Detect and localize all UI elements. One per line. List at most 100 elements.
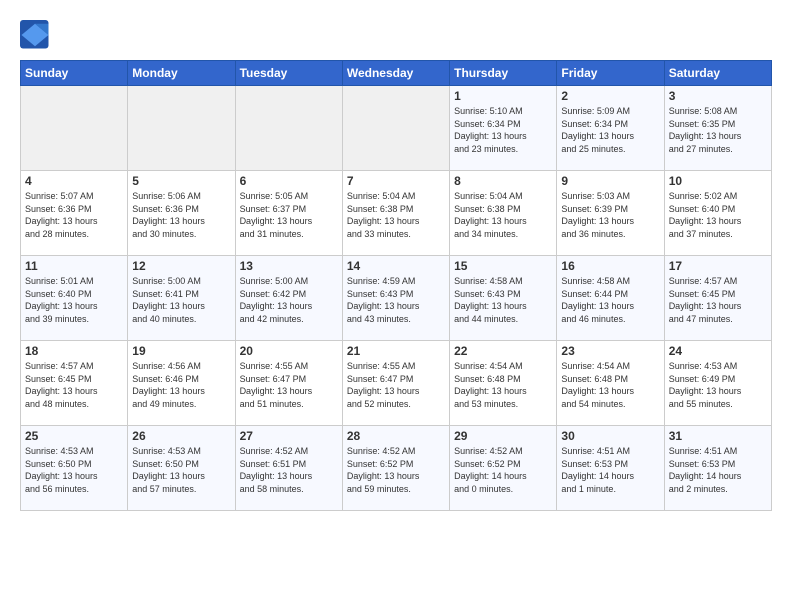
day-number: 11 [25,259,123,273]
day-number: 4 [25,174,123,188]
calendar-cell: 5Sunrise: 5:06 AM Sunset: 6:36 PM Daylig… [128,171,235,256]
day-number: 20 [240,344,338,358]
day-info: Sunrise: 4:54 AM Sunset: 6:48 PM Dayligh… [454,360,552,410]
calendar-cell: 20 Sunrise: 4:55 AM Sunset: 6:47 PM Dayli… [235,341,342,426]
calendar-table: SundayMondayTuesdayWednesdayThursdayFrid… [20,60,772,511]
day-info: Sunrise: 4:55 AM Sunset: 6:47 PM Dayligh… [347,360,445,410]
day-header-tuesday: Tuesday [235,61,342,86]
calendar-cell: 2 Sunrise: 5:09 AM Sunset: 6:34 PM Daylig… [557,86,664,171]
day-number: 31 [669,429,767,443]
day-info: Sunrise: 4:57 AM Sunset: 6:45 PM Dayligh… [25,360,123,410]
day-info: Sunrise: 5:05 AM Sunset: 6:37 PM Dayligh… [240,190,338,240]
calendar-header-row: SundayMondayTuesdayWednesdayThursdayFrid… [21,61,772,86]
day-number: 13 [240,259,338,273]
calendar-week-3: 11 Sunrise: 5:01 AM Sunset: 6:40 PM Dayli… [21,256,772,341]
calendar-cell: 24 Sunrise: 4:53 AM Sunset: 6:49 PM Dayli… [664,341,771,426]
day-number: 26 [132,429,230,443]
day-header-monday: Monday [128,61,235,86]
calendar-cell: 25 Sunrise: 4:53 AM Sunset: 6:50 PM Dayli… [21,426,128,511]
day-number: 28 [347,429,445,443]
calendar-cell: 26 Sunrise: 4:53 AM Sunset: 6:50 PM Dayli… [128,426,235,511]
day-info: Sunrise: 5:09 AM Sunset: 6:34 PM Dayligh… [561,105,659,155]
calendar-cell: 19 Sunrise: 4:56 AM Sunset: 6:46 PM Dayli… [128,341,235,426]
day-info: Sunrise: 4:55 AM Sunset: 6:47 PM Dayligh… [240,360,338,410]
calendar-cell [235,86,342,171]
day-number: 17 [669,259,767,273]
calendar-cell: 16 Sunrise: 4:58 AM Sunset: 6:44 PM Dayli… [557,256,664,341]
calendar-cell: 3Sunrise: 5:08 AM Sunset: 6:35 PM Daylig… [664,86,771,171]
calendar-cell: 13 Sunrise: 5:00 AM Sunset: 6:42 PM Dayli… [235,256,342,341]
day-header-wednesday: Wednesday [342,61,449,86]
day-number: 2 [561,89,659,103]
day-info: Sunrise: 5:02 AM Sunset: 6:40 PM Dayligh… [669,190,767,240]
calendar-cell: 18Sunrise: 4:57 AM Sunset: 6:45 PM Dayli… [21,341,128,426]
day-number: 15 [454,259,552,273]
calendar-week-1: 1 Sunrise: 5:10 AM Sunset: 6:34 PM Daylig… [21,86,772,171]
day-info: Sunrise: 5:01 AM Sunset: 6:40 PM Dayligh… [25,275,123,325]
day-info: Sunrise: 5:03 AM Sunset: 6:39 PM Dayligh… [561,190,659,240]
day-number: 6 [240,174,338,188]
day-info: Sunrise: 4:52 AM Sunset: 6:51 PM Dayligh… [240,445,338,495]
day-info: Sunrise: 4:51 AM Sunset: 6:53 PM Dayligh… [669,445,767,495]
calendar-cell: 23 Sunrise: 4:54 AM Sunset: 6:48 PM Dayli… [557,341,664,426]
day-info: Sunrise: 4:51 AM Sunset: 6:53 PM Dayligh… [561,445,659,495]
day-number: 22 [454,344,552,358]
calendar-week-4: 18Sunrise: 4:57 AM Sunset: 6:45 PM Dayli… [21,341,772,426]
day-header-sunday: Sunday [21,61,128,86]
calendar-cell: 29 Sunrise: 4:52 AM Sunset: 6:52 PM Dayli… [450,426,557,511]
day-header-friday: Friday [557,61,664,86]
day-number: 30 [561,429,659,443]
day-number: 19 [132,344,230,358]
calendar-cell: 7Sunrise: 5:04 AM Sunset: 6:38 PM Daylig… [342,171,449,256]
day-info: Sunrise: 5:00 AM Sunset: 6:41 PM Dayligh… [132,275,230,325]
day-info: Sunrise: 4:58 AM Sunset: 6:44 PM Dayligh… [561,275,659,325]
day-number: 23 [561,344,659,358]
day-info: Sunrise: 5:07 AM Sunset: 6:36 PM Dayligh… [25,190,123,240]
calendar-cell [21,86,128,171]
calendar-week-5: 25 Sunrise: 4:53 AM Sunset: 6:50 PM Dayli… [21,426,772,511]
calendar-cell: 12 Sunrise: 5:00 AM Sunset: 6:41 PM Dayli… [128,256,235,341]
day-info: Sunrise: 4:52 AM Sunset: 6:52 PM Dayligh… [454,445,552,495]
day-number: 16 [561,259,659,273]
calendar-cell [128,86,235,171]
day-number: 1 [454,89,552,103]
calendar-cell: 8Sunrise: 5:04 AM Sunset: 6:38 PM Daylig… [450,171,557,256]
calendar-cell: 14Sunrise: 4:59 AM Sunset: 6:43 PM Dayli… [342,256,449,341]
calendar-cell: 11 Sunrise: 5:01 AM Sunset: 6:40 PM Dayli… [21,256,128,341]
day-number: 12 [132,259,230,273]
day-info: Sunrise: 4:58 AM Sunset: 6:43 PM Dayligh… [454,275,552,325]
calendar-week-2: 4 Sunrise: 5:07 AM Sunset: 6:36 PM Daylig… [21,171,772,256]
day-info: Sunrise: 5:10 AM Sunset: 6:34 PM Dayligh… [454,105,552,155]
calendar-cell: 1 Sunrise: 5:10 AM Sunset: 6:34 PM Daylig… [450,86,557,171]
calendar-cell: 27 Sunrise: 4:52 AM Sunset: 6:51 PM Dayli… [235,426,342,511]
day-header-thursday: Thursday [450,61,557,86]
calendar-cell: 4 Sunrise: 5:07 AM Sunset: 6:36 PM Daylig… [21,171,128,256]
calendar-cell: 15 Sunrise: 4:58 AM Sunset: 6:43 PM Dayli… [450,256,557,341]
logo-icon [20,20,50,50]
day-info: Sunrise: 4:53 AM Sunset: 6:49 PM Dayligh… [669,360,767,410]
day-info: Sunrise: 4:56 AM Sunset: 6:46 PM Dayligh… [132,360,230,410]
day-number: 24 [669,344,767,358]
calendar-cell: 6 Sunrise: 5:05 AM Sunset: 6:37 PM Daylig… [235,171,342,256]
calendar-cell: 10 Sunrise: 5:02 AM Sunset: 6:40 PM Dayli… [664,171,771,256]
day-number: 3 [669,89,767,103]
calendar-cell: 30 Sunrise: 4:51 AM Sunset: 6:53 PM Dayli… [557,426,664,511]
day-number: 10 [669,174,767,188]
day-number: 25 [25,429,123,443]
day-info: Sunrise: 5:00 AM Sunset: 6:42 PM Dayligh… [240,275,338,325]
calendar-cell [342,86,449,171]
day-info: Sunrise: 4:53 AM Sunset: 6:50 PM Dayligh… [132,445,230,495]
day-info: Sunrise: 4:53 AM Sunset: 6:50 PM Dayligh… [25,445,123,495]
day-number: 27 [240,429,338,443]
day-number: 29 [454,429,552,443]
day-number: 7 [347,174,445,188]
page-header [20,20,772,50]
calendar-cell: 21Sunrise: 4:55 AM Sunset: 6:47 PM Dayli… [342,341,449,426]
calendar-cell: 28Sunrise: 4:52 AM Sunset: 6:52 PM Dayli… [342,426,449,511]
calendar-cell: 31 Sunrise: 4:51 AM Sunset: 6:53 PM Dayli… [664,426,771,511]
calendar-cell: 17Sunrise: 4:57 AM Sunset: 6:45 PM Dayli… [664,256,771,341]
day-number: 9 [561,174,659,188]
logo [20,20,55,50]
day-info: Sunrise: 4:54 AM Sunset: 6:48 PM Dayligh… [561,360,659,410]
day-info: Sunrise: 4:59 AM Sunset: 6:43 PM Dayligh… [347,275,445,325]
